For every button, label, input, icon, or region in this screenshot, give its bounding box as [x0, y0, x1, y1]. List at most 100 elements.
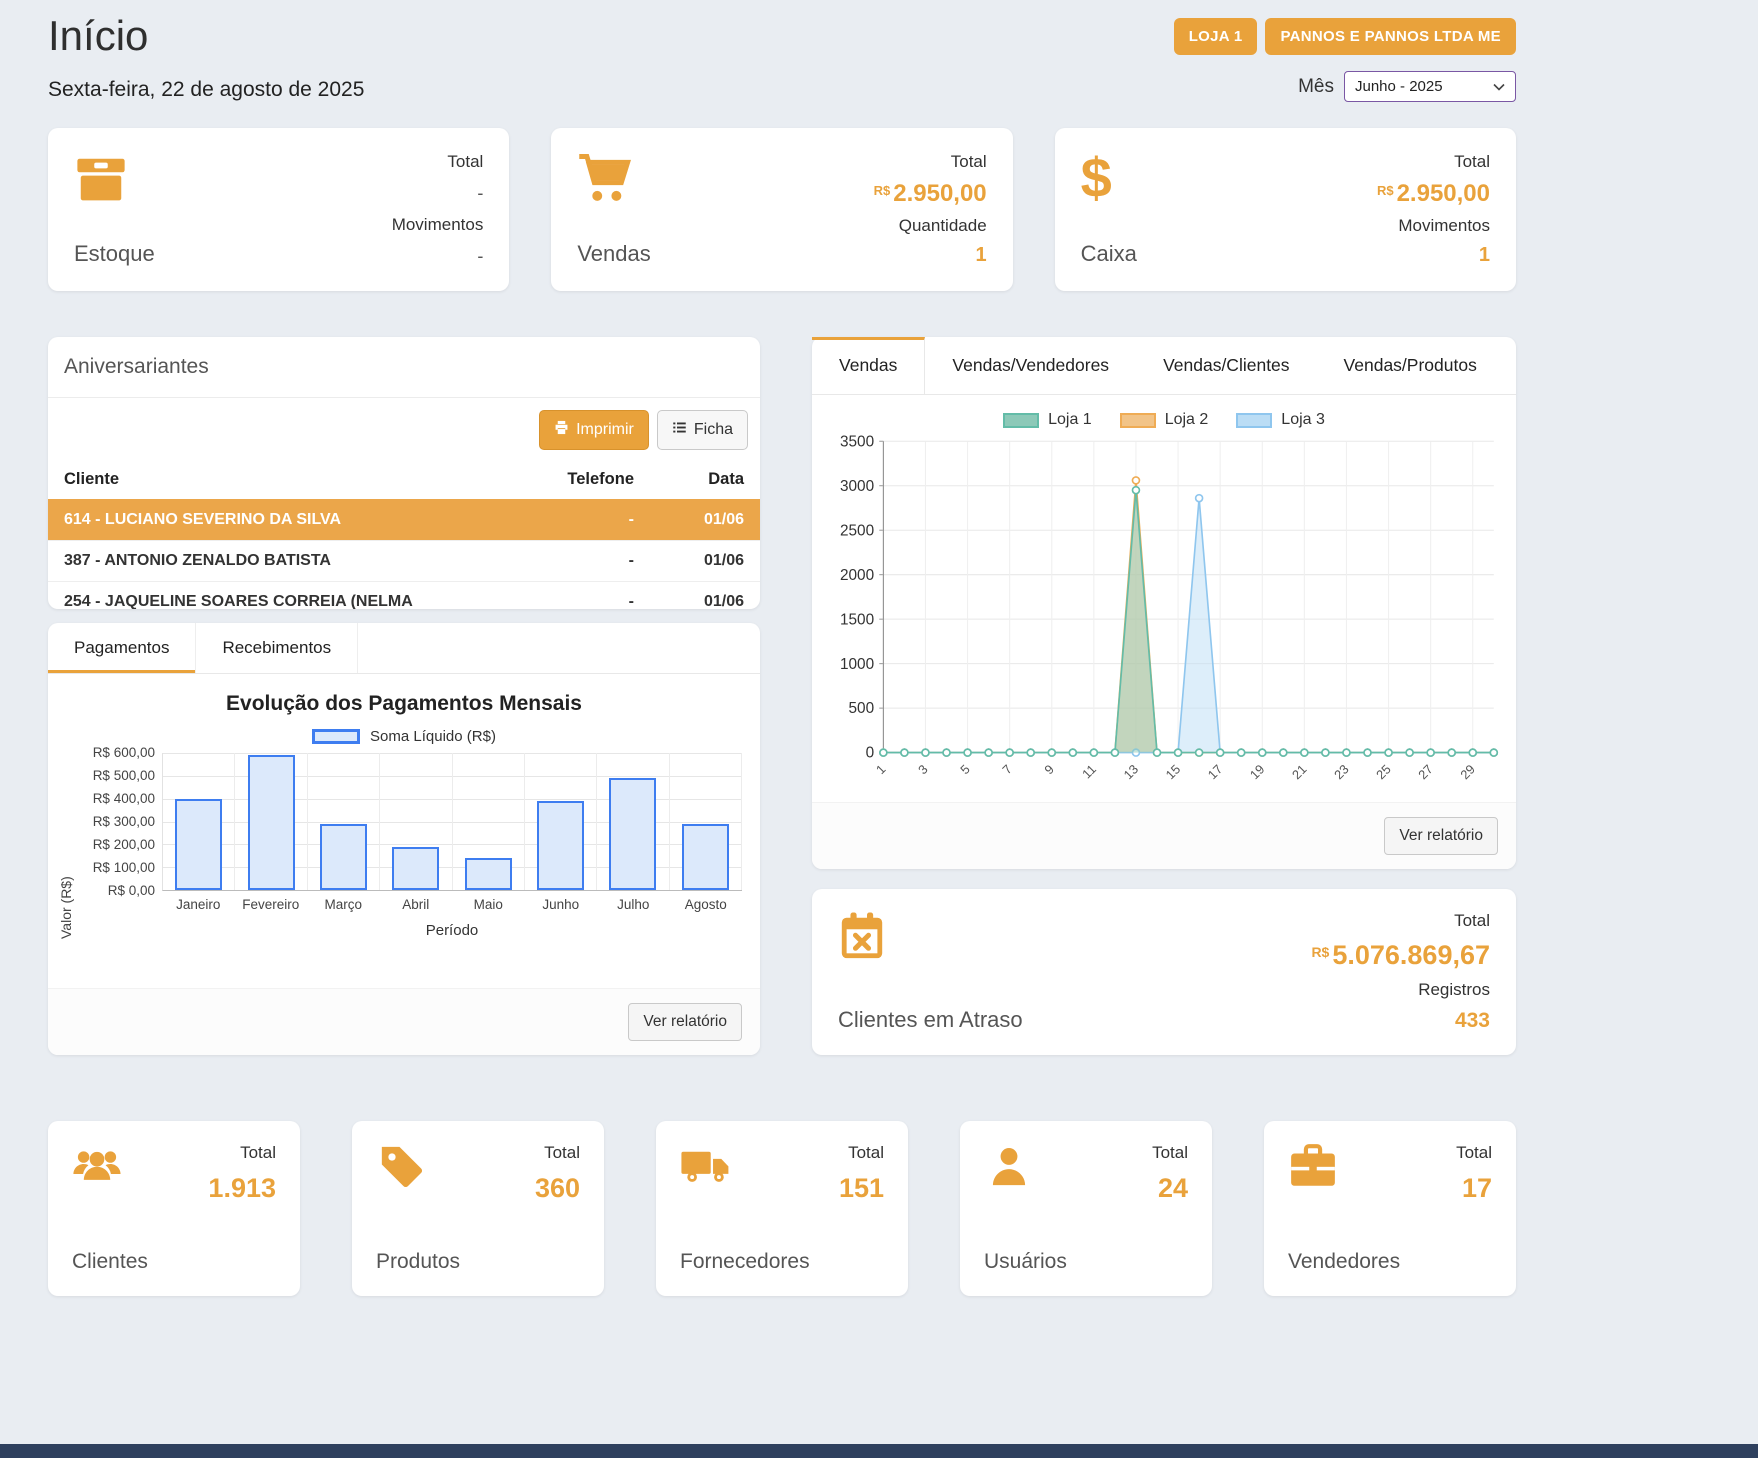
ficha-button[interactable]: Ficha — [657, 410, 748, 450]
svg-text:3: 3 — [915, 762, 931, 778]
bar-julho — [609, 778, 656, 890]
tab-vendas-produtos[interactable]: Vendas/Produtos — [1317, 337, 1504, 394]
pagamentos-tabs: Pagamentos Recebimentos — [48, 623, 760, 674]
stat-value: 17 — [1456, 1173, 1492, 1204]
bar-chart: Valor (R$) R$ 600,00R$ 500,00R$ 400,00R$… — [48, 753, 760, 939]
total-value: R$2.950,00 — [1377, 180, 1490, 208]
bar-x-label: Março — [307, 897, 380, 912]
svg-text:3500: 3500 — [840, 433, 874, 450]
svg-text:2500: 2500 — [840, 522, 874, 539]
legend-swatch-loja1 — [1003, 413, 1039, 428]
tab-recebimentos[interactable]: Recebimentos — [196, 623, 358, 673]
page-header: Início Sexta-feira, 22 de agosto de 2025… — [48, 12, 1516, 102]
bar-x-label: Maio — [452, 897, 525, 912]
company-badge[interactable]: PANNOS E PANNOS LTDA ME — [1265, 18, 1516, 55]
month-select[interactable]: Junho - 2025 — [1344, 71, 1516, 102]
stat-card-usuarios[interactable]: Usuários Total 24 — [960, 1121, 1212, 1296]
movimentos-value: 1 — [1377, 244, 1490, 267]
birthday-row[interactable]: 387 - ANTONIO ZENALDO BATISTA - 01/06 — [48, 541, 760, 582]
clientes-atraso-card[interactable]: Clientes em Atraso Total R$5.076.869,67 … — [812, 889, 1516, 1055]
bar-legend-swatch — [312, 729, 360, 744]
svg-text:0: 0 — [866, 745, 875, 762]
bar-legend-label: Soma Líquido (R$) — [370, 728, 496, 745]
legend-swatch-loja3 — [1236, 413, 1272, 428]
stat-label: Clientes — [72, 1250, 148, 1274]
stat-value: 24 — [1152, 1173, 1188, 1204]
svg-text:7: 7 — [999, 762, 1015, 778]
stat-label: Usuários — [984, 1250, 1067, 1274]
tab-pagamentos[interactable]: Pagamentos — [48, 623, 196, 673]
pagamentos-report-button[interactable]: Ver relatório — [628, 1003, 742, 1041]
top-stats-row: Estoque Total - Movimentos - Vendas Tota… — [48, 128, 1516, 291]
total-value: R$2.950,00 — [874, 180, 987, 208]
col-data: Data — [650, 462, 760, 500]
col-telefone: Telefone — [520, 462, 650, 500]
svg-text:1000: 1000 — [840, 656, 874, 673]
svg-text:25: 25 — [1373, 762, 1394, 783]
user-icon — [984, 1143, 1034, 1189]
svg-text:5: 5 — [957, 762, 973, 778]
bar-x-labels: JaneiroFevereiroMarçoAbrilMaioJunhoJulho… — [162, 897, 742, 912]
bar-y-title: Valor (R$) — [58, 753, 76, 939]
svg-text:2000: 2000 — [840, 567, 874, 584]
movimentos-label: Movimentos — [392, 215, 484, 235]
stat-label: Vendedores — [1288, 1250, 1400, 1274]
stat-card-estoque[interactable]: Estoque Total - Movimentos - — [48, 128, 509, 291]
tab-vendas[interactable]: Vendas — [812, 337, 925, 394]
bar-chart-title: Evolução dos Pagamentos Mensais — [48, 692, 760, 716]
header-right: LOJA 1 PANNOS E PANNOS LTDA ME Mês Junho… — [1174, 18, 1516, 102]
movimentos-label: Movimentos — [1377, 216, 1490, 236]
bar-agosto — [682, 824, 729, 890]
bar-maio — [465, 858, 512, 890]
quantidade-value: 1 — [874, 244, 987, 267]
total-value: - — [392, 183, 484, 204]
stat-label: Estoque — [74, 241, 155, 267]
aniversariantes-card: Aniversariantes Imprimir Ficha — [48, 337, 760, 609]
svg-text:3000: 3000 — [840, 478, 874, 495]
stat-card-produtos[interactable]: Produtos Total 360 — [352, 1121, 604, 1296]
bar-abril — [392, 847, 439, 890]
birthday-row[interactable]: 254 - JAQUELINE SOARES CORREIA (NELMA - … — [48, 582, 760, 610]
bar-plot — [162, 753, 742, 891]
legend-loja2: Loja 2 — [1120, 411, 1209, 429]
stat-card-clientes[interactable]: Clientes Total 1.913 — [48, 1121, 300, 1296]
atraso-total-value: R$5.076.869,67 — [1311, 940, 1490, 971]
svg-text:13: 13 — [1120, 762, 1141, 783]
atraso-label: Clientes em Atraso — [838, 1007, 1023, 1033]
bar-slots — [163, 753, 742, 890]
svg-text:21: 21 — [1289, 762, 1310, 783]
svg-text:27: 27 — [1415, 762, 1436, 783]
calendar-x-icon — [838, 911, 886, 961]
stat-value: 360 — [535, 1173, 580, 1204]
stat-card-caixa[interactable]: $ Caixa Total R$2.950,00 Movimentos 1 — [1055, 128, 1516, 291]
aniversariantes-title: Aniversariantes — [48, 337, 760, 398]
chevron-down-icon — [1493, 78, 1505, 95]
bar-chart-legend: Soma Líquido (R$) — [48, 728, 760, 745]
stat-card-vendedores[interactable]: Vendedores Total 17 — [1264, 1121, 1516, 1296]
truck-icon — [680, 1143, 730, 1189]
tag-icon — [376, 1143, 426, 1189]
svg-text:1: 1 — [873, 762, 889, 778]
month-select-value: Junho - 2025 — [1355, 78, 1443, 95]
atraso-registros-value: 433 — [1311, 1009, 1490, 1033]
line-chart-legend: Loja 1 Loja 2 Loja 3 — [812, 411, 1516, 429]
bar-x-label: Agosto — [670, 897, 743, 912]
tab-vendas-vendedores[interactable]: Vendas/Vendedores — [925, 337, 1136, 394]
vendas-report-button[interactable]: Ver relatório — [1384, 817, 1498, 855]
page-date: Sexta-feira, 22 de agosto de 2025 — [48, 78, 364, 102]
stat-card-fornecedores[interactable]: Fornecedores Total 151 — [656, 1121, 908, 1296]
bar-x-label: Fevereiro — [235, 897, 308, 912]
bottom-stats-row: Clientes Total 1.913 Produtos Total 360 — [48, 1121, 1516, 1296]
footer-bar — [0, 1444, 1758, 1458]
bar-x-label: Julho — [597, 897, 670, 912]
vendas-card: Vendas Vendas/Vendedores Vendas/Clientes… — [812, 337, 1516, 869]
store-badge[interactable]: LOJA 1 — [1174, 18, 1258, 55]
page-title: Início — [48, 12, 364, 60]
print-button[interactable]: Imprimir — [539, 410, 649, 450]
bar-x-title: Período — [76, 922, 742, 939]
stat-card-vendas[interactable]: Vendas Total R$2.950,00 Quantidade 1 — [551, 128, 1012, 291]
legend-loja3: Loja 3 — [1236, 411, 1325, 429]
tab-vendas-clientes[interactable]: Vendas/Clientes — [1136, 337, 1316, 394]
bar-junho — [537, 801, 584, 890]
birthday-row[interactable]: 614 - LUCIANO SEVERINO DA SILVA - 01/06 — [48, 500, 760, 541]
